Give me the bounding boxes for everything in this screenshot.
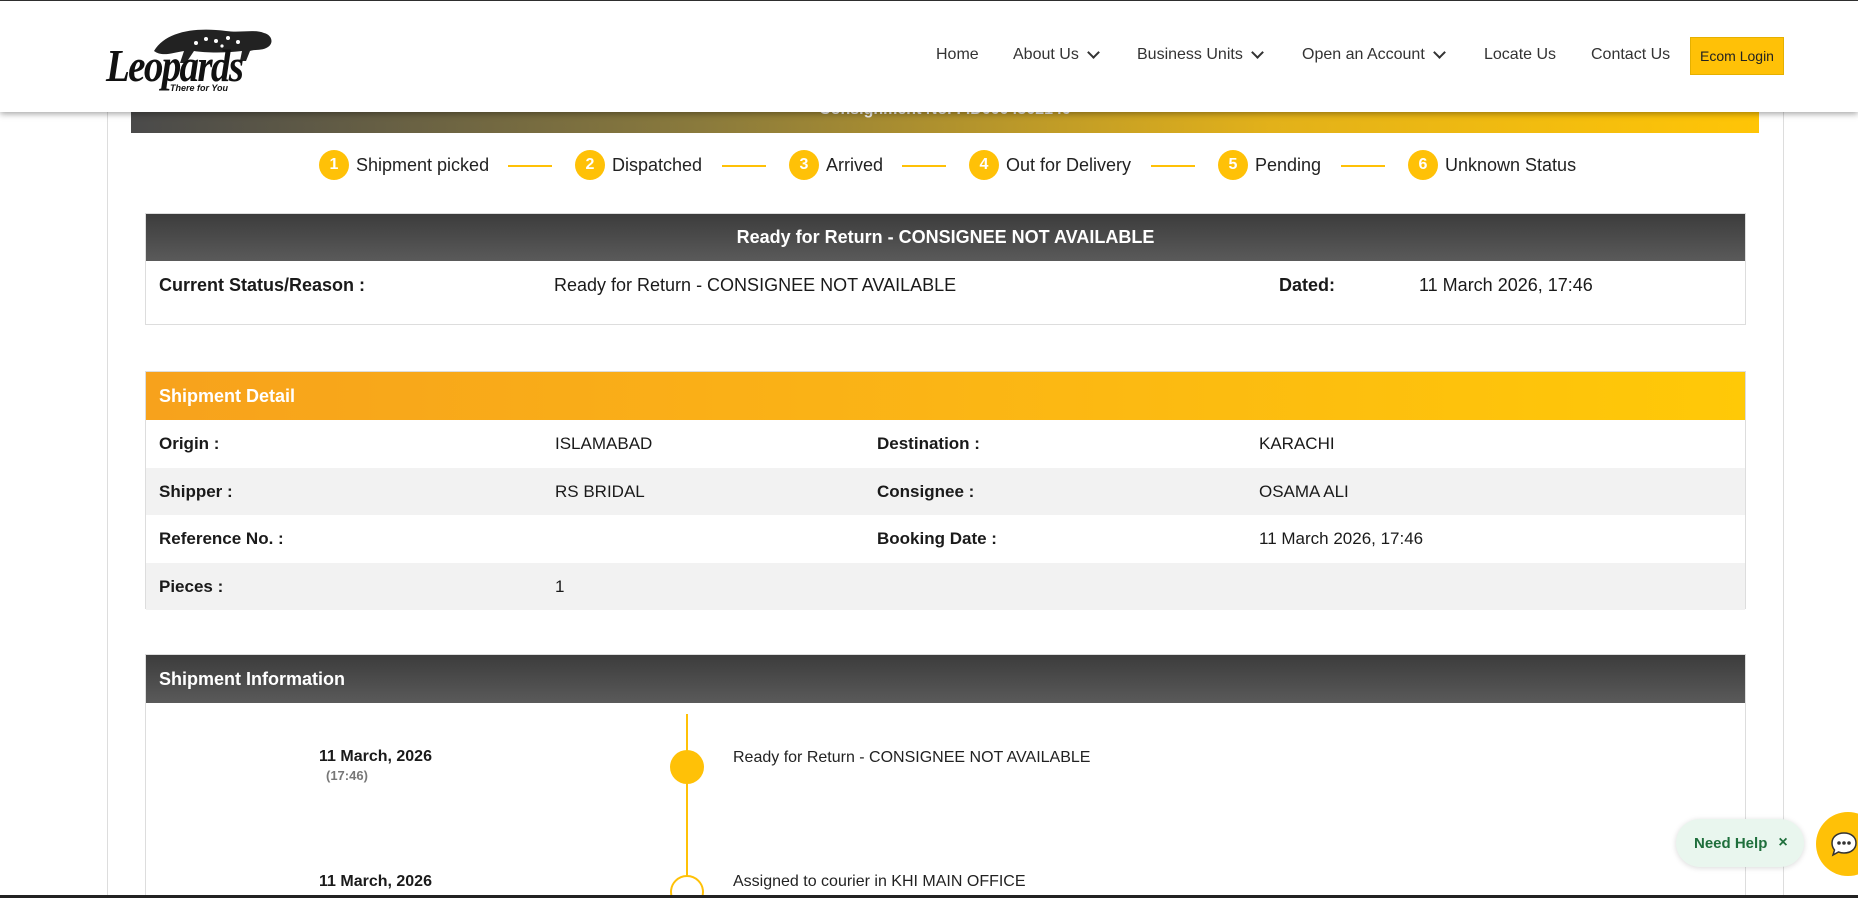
nav-business-units[interactable]: Business Units [1137,46,1264,64]
current-status-label: Current Status/Reason : [159,275,366,295]
step-connector [1151,165,1195,167]
dated-value: 11 March 2026, 17:46 [1419,275,1593,295]
shipment-detail-heading: Shipment Detail [146,372,1745,420]
status-heading: Ready for Return - CONSIGNEE NOT AVAILAB… [146,214,1745,261]
step-connector [722,165,766,167]
ecom-login-button[interactable]: Ecom Login [1690,37,1784,75]
chevron-down-icon [1432,46,1446,59]
event-date: 11 March, 2026 [319,748,432,765]
timeline-line [686,714,688,898]
event-time: (17:46) [326,768,368,783]
detail-row: Shipper : RS BRIDAL Consignee : OSAMA AL… [146,467,1745,515]
event-description: Ready for Return - CONSIGNEE NOT AVAILAB… [733,749,1091,766]
logo-tagline: There for You [170,83,229,93]
nav-open-account[interactable]: Open an Account [1302,46,1446,64]
detail-row: Origin : ISLAMABAD Destination : KARACHI [159,434,1335,453]
main-nav: Home About Us Business Units Open an Acc… [0,46,1858,68]
close-icon[interactable]: × [1778,834,1787,852]
shipment-information-panel: Shipment Information [145,654,1746,898]
timeline-dot [670,750,704,784]
step-connector [508,165,552,167]
nav-contact-us[interactable]: Contact Us [1591,46,1670,64]
shipment-detail-panel: Shipment Detail Origin : ISLAMABAD Desti… [145,371,1746,610]
detail-row: Reference No. : Booking Date : 11 March … [159,529,1424,548]
chat-icon [1831,832,1857,857]
need-help-label: Need Help [1694,834,1768,852]
step-pending: 5 Pending [1218,149,1321,181]
site-header: Leopards There for You Home About Us Bus… [0,1,1858,112]
event-description: Assigned to courier in KHI MAIN OFFICE [733,873,1026,890]
step-unknown-status: 6 Unknown Status [1408,149,1576,181]
current-status-panel: Ready for Return - CONSIGNEE NOT AVAILAB… [145,213,1746,325]
chevron-down-icon [1250,46,1264,59]
need-help-bubble[interactable]: Need Help × [1676,819,1804,867]
shipment-information-heading: Shipment Information [146,655,1745,703]
nav-locate-us[interactable]: Locate Us [1484,46,1556,64]
dated-label: Dated: [1279,275,1336,295]
event-date: 11 March, 2026 [319,873,432,890]
detail-row: Pieces : 1 [146,562,1745,610]
step-connector [1341,165,1385,167]
step-connector [902,165,946,167]
nav-about-us[interactable]: About Us [1013,46,1100,64]
step-shipment-picked: 1 Shipment picked [319,149,489,181]
chat-button[interactable] [1816,812,1858,876]
step-out-for-delivery: 4 Out for Delivery [969,149,1131,181]
step-arrived: 3 Arrived [789,149,883,181]
nav-home[interactable]: Home [936,46,979,64]
current-status-value: Ready for Return - CONSIGNEE NOT AVAILAB… [554,275,957,295]
chevron-down-icon [1086,46,1100,59]
step-dispatched: 2 Dispatched [575,149,702,181]
status-row: Current Status/Reason : Ready for Return… [146,261,1745,309]
